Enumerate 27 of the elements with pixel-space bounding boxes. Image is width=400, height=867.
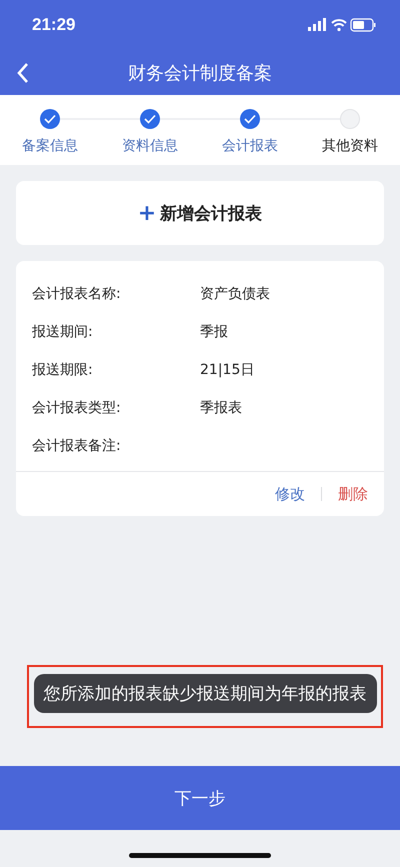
step-label[interactable]: 其他资料: [322, 137, 378, 155]
wifi-icon: [331, 19, 347, 32]
field-label: 会计报表名称:: [32, 285, 122, 303]
field-label: 会计报表类型:: [32, 399, 122, 417]
next-button[interactable]: 下一步: [0, 766, 400, 830]
field-value: 季报表: [200, 399, 243, 417]
check-icon: [44, 114, 56, 124]
field-label: 报送期间:: [32, 323, 94, 341]
field-value: 资产负债表: [200, 285, 271, 303]
toast-message: 您所添加的报表缺少报送期间为年报的报表: [34, 674, 376, 713]
field-label: 报送期限:: [32, 361, 94, 379]
delete-link[interactable]: 删除: [338, 484, 368, 504]
page-title: 财务会计制度备案: [128, 62, 272, 84]
field-value: 季报: [200, 323, 229, 341]
step-label[interactable]: 会计报表: [222, 137, 278, 155]
step-label[interactable]: 备案信息: [22, 137, 78, 155]
check-icon: [144, 114, 156, 124]
add-report-button[interactable]: + 新增会计报表: [16, 181, 384, 245]
battery-icon: [350, 18, 376, 32]
back-icon[interactable]: [16, 62, 30, 84]
signal-icon: [308, 18, 326, 31]
status-time: 21:29: [32, 15, 76, 35]
step-label[interactable]: 资料信息: [122, 137, 178, 155]
check-icon: [244, 114, 256, 124]
field-label: 会计报表备注:: [32, 437, 122, 455]
field-value: 21|15日: [200, 361, 256, 379]
edit-link[interactable]: 修改: [275, 484, 305, 504]
